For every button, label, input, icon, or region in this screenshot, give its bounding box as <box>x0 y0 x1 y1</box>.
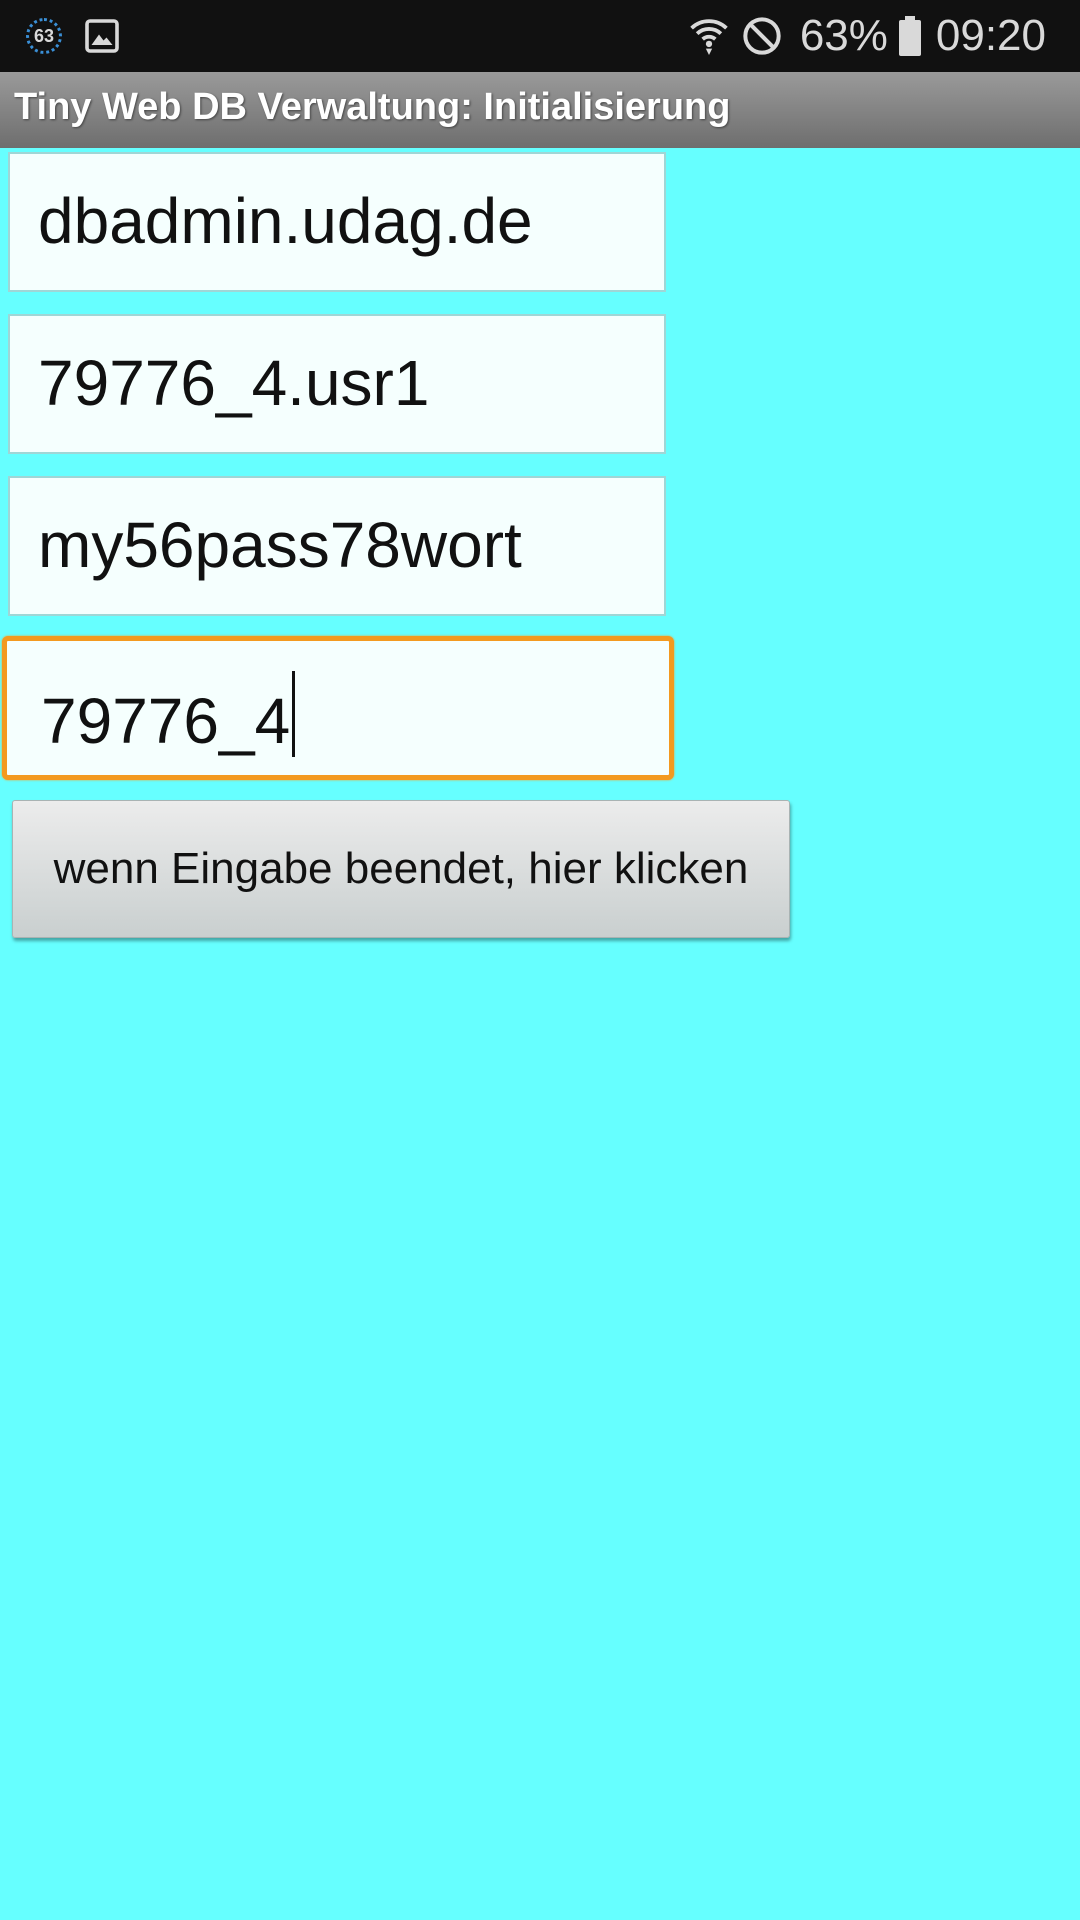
title-bar: Tiny Web DB Verwaltung: Initialisierung <box>0 72 1080 148</box>
database-field[interactable]: 79776_4 <box>2 636 674 780</box>
server-field-value: dbadmin.udag.de <box>38 185 533 257</box>
status-right: 63% 09:20 <box>690 10 1046 62</box>
wifi-icon <box>690 19 728 55</box>
battery-percent: 63% <box>799 11 888 60</box>
app-title: Tiny Web DB Verwaltung: Initialisierung <box>14 86 731 128</box>
username-field-value: 79776_4.usr1 <box>38 347 430 419</box>
gallery-icon <box>85 19 119 53</box>
database-field-value: 79776_4 <box>41 671 296 758</box>
username-field[interactable]: 79776_4.usr1 <box>8 314 666 454</box>
notification-count-icon: 63 <box>26 18 62 54</box>
status-left: 63 <box>26 14 120 58</box>
clock: 09:20 <box>935 11 1046 60</box>
server-field[interactable]: dbadmin.udag.de <box>8 152 666 292</box>
text-cursor <box>292 671 296 757</box>
submit-button-label: wenn Eingabe beendet, hier klicken <box>53 844 749 893</box>
submit-button[interactable]: wenn Eingabe beendet, hier klicken <box>12 800 790 938</box>
password-field-value: my56pass78wort <box>38 509 522 581</box>
do-not-disturb-icon <box>743 17 781 55</box>
battery-icon <box>898 16 921 56</box>
password-field[interactable]: my56pass78wort <box>8 476 666 616</box>
notification-count: 63 <box>33 25 55 46</box>
database-field-text: 79776_4 <box>41 685 291 757</box>
status-bar: 63 63% 09:20 <box>0 0 1080 72</box>
